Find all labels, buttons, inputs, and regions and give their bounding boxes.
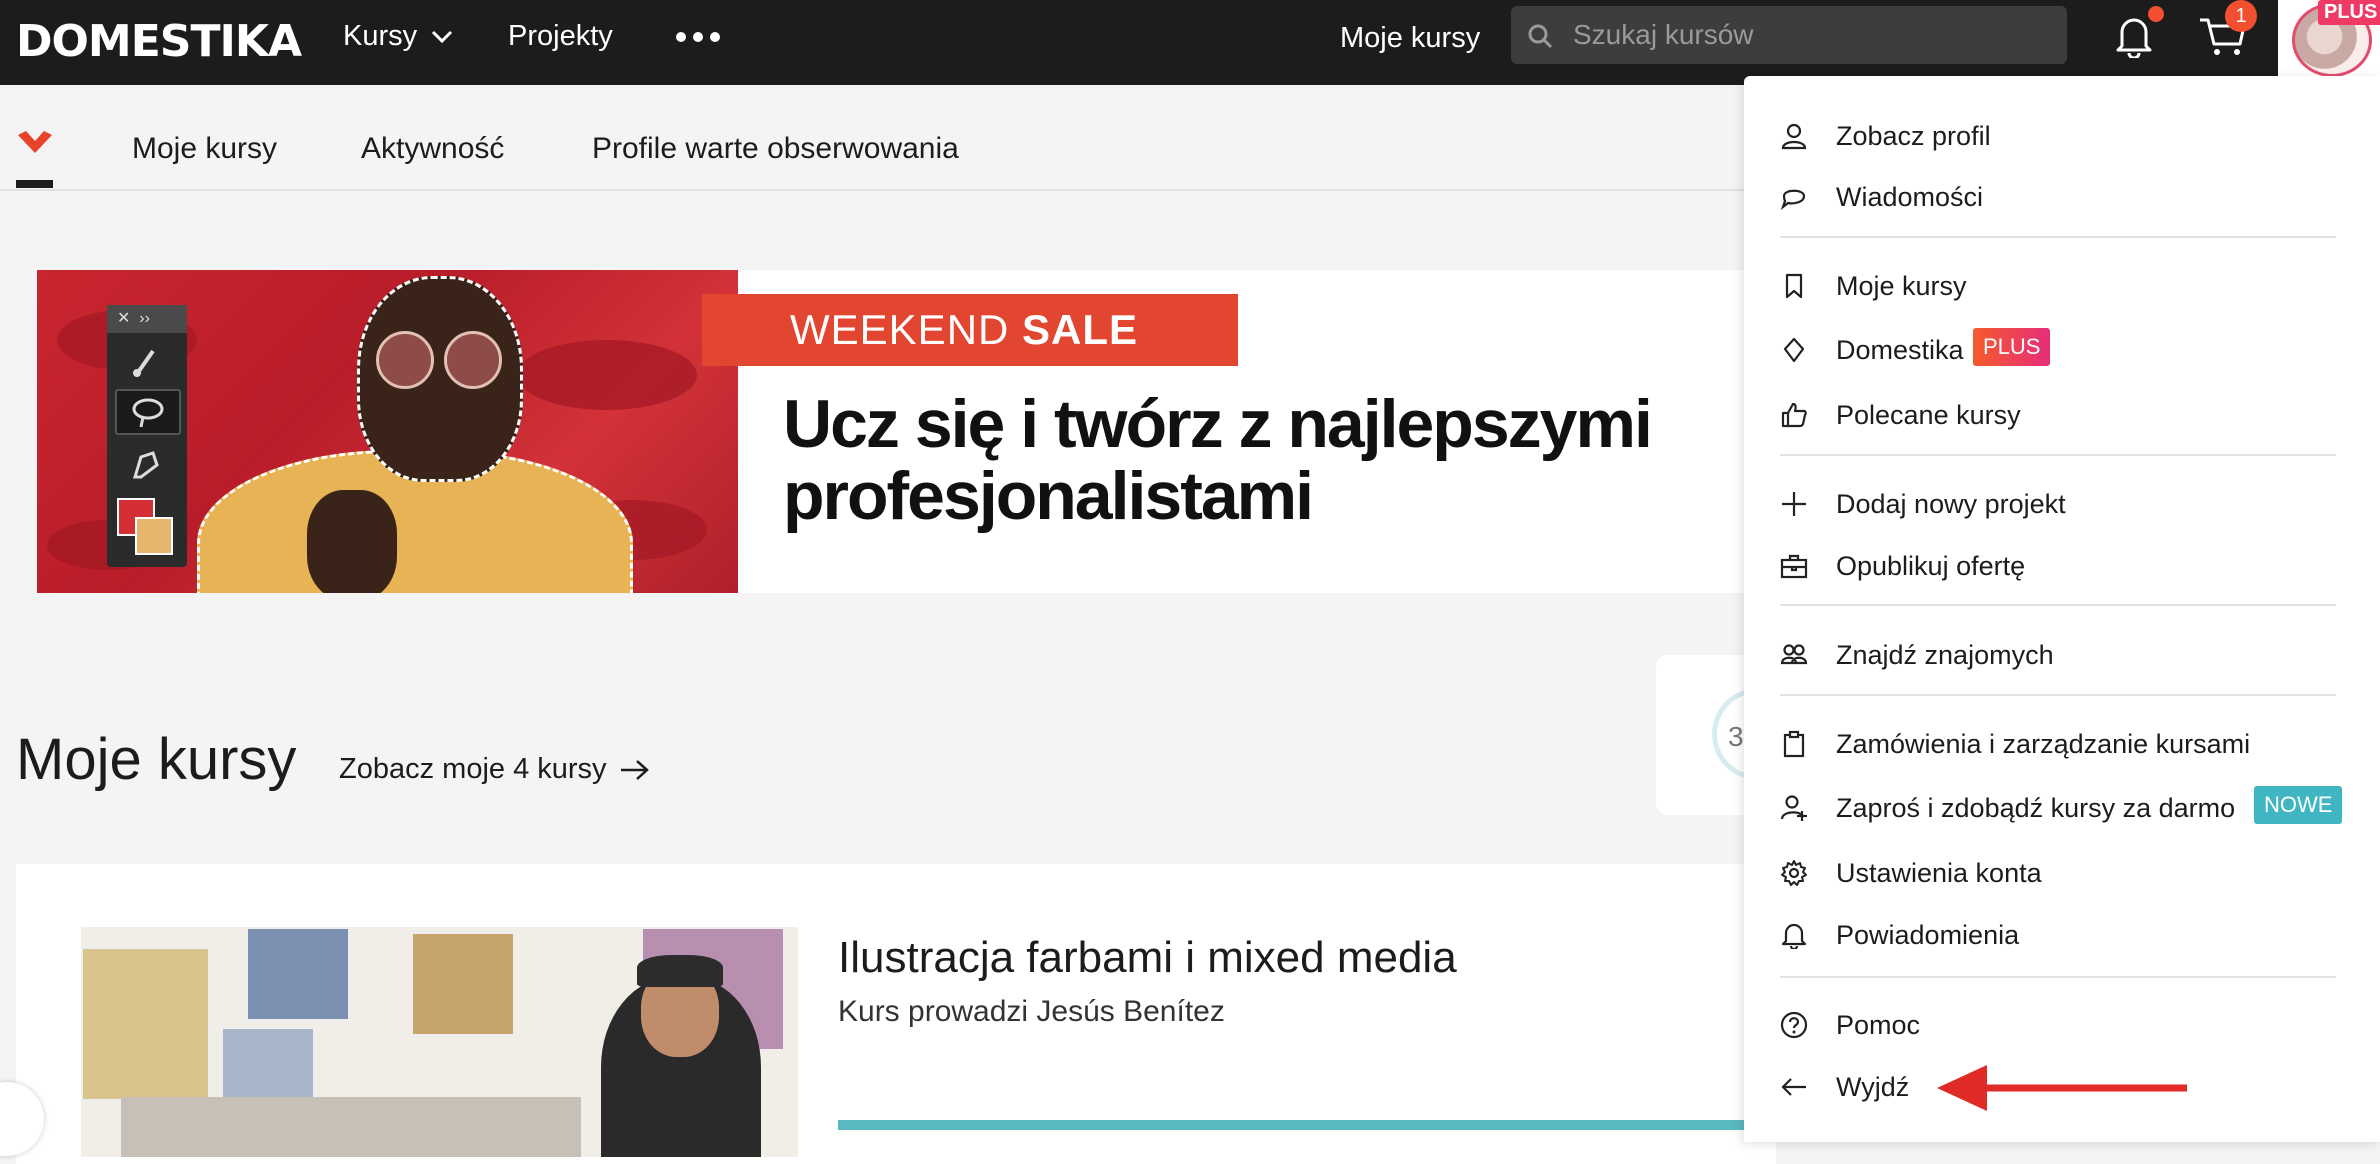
course-thumbnail[interactable] (81, 927, 798, 1157)
tab-aktywnosc[interactable]: Aktywność (361, 129, 504, 169)
thumbs-up-icon (1781, 402, 1807, 428)
menu-item-label: Moje kursy (1836, 271, 1967, 301)
menu-item-label: Wiadomości (1836, 182, 1984, 212)
menu-item-domestika-plus[interactable]: Domestika PLUS (1744, 324, 2380, 376)
weekend-sale-banner[interactable]: ✕ ›› WEEKEND SALE Ucz się i twórz z najle… (37, 270, 1780, 593)
menu-item-label: Pomoc (1836, 1010, 1921, 1040)
bookmark-icon (1785, 273, 1803, 299)
menu-item-ustawienia-konta[interactable]: Ustawienia konta (1744, 847, 2380, 899)
menu-item-label: Znajdź znajomych (1836, 640, 2054, 670)
user-dropdown-menu: Zobacz profil Wiadomości Moje kursy Dome… (1744, 76, 2380, 1142)
see-my-courses-label: Zobacz moje 4 kursy (339, 753, 607, 785)
notification-dot (2148, 6, 2164, 22)
gear-icon (1781, 860, 1807, 886)
menu-item-zamowienia[interactable]: Zamówienia i zarządzanie kursami (1744, 718, 2380, 770)
course-instructor: Kurs prowadzi Jesús Benítez (838, 995, 1225, 1028)
search-box[interactable] (1511, 6, 2067, 64)
arrow-right-icon (620, 760, 649, 781)
menu-divider (1780, 604, 2336, 606)
user-icon (1781, 123, 1807, 150)
chevron-down-icon (432, 31, 453, 44)
tab-moje-kursy[interactable]: Moje kursy (132, 129, 277, 169)
avatar-plus-badge: PLUS (2318, 0, 2380, 25)
plus-badge: PLUS (1973, 328, 2051, 366)
nav-moje-kursy-link[interactable]: Moje kursy (1340, 18, 1480, 58)
see-my-courses-link[interactable]: Zobacz moje 4 kursy (339, 748, 651, 790)
menu-item-label: Polecane kursy (1836, 400, 2021, 430)
nav-kursy-dropdown[interactable]: Kursy (343, 16, 453, 56)
domestika-logo[interactable]: DOMESTIKA (16, 12, 302, 72)
menu-item-label: Domestika (1836, 335, 1964, 365)
menu-item-powiadomienia[interactable]: Powiadomienia (1744, 909, 2380, 961)
menu-divider (1780, 236, 2336, 238)
menu-item-opublikuj-oferte[interactable]: Opublikuj ofertę (1744, 540, 2380, 592)
arrow-left-icon (1781, 1078, 1806, 1096)
active-tab-indicator (16, 180, 53, 188)
menu-item-label: Wyjdź (1836, 1072, 1910, 1102)
menu-item-zapros-znajomych[interactable]: Zaproś i zdobądź kursy za darmo NOWE (1744, 782, 2380, 834)
top-navbar: DOMESTIKA Kursy Projekty Moje kursy 1 PL… (0, 0, 2380, 85)
menu-item-zobacz-profil[interactable]: Zobacz profil (1744, 110, 2380, 162)
cart-count-badge: 1 (2225, 0, 2257, 32)
menu-item-wiadomosci[interactable]: Wiadomości (1744, 171, 2380, 223)
course-title[interactable]: Ilustracja farbami i mixed media (838, 930, 1457, 986)
diamond-icon (1783, 337, 1805, 363)
menu-item-label: Zamówienia i zarządzanie kursami (1836, 729, 2251, 759)
more-dots-icon[interactable] (674, 20, 722, 52)
chat-bubble-icon (1780, 189, 1806, 211)
menu-item-label: Opublikuj ofertę (1836, 551, 2026, 581)
menu-item-label: Zobacz profil (1836, 121, 1991, 151)
menu-item-dodaj-nowy-projekt[interactable]: Dodaj nowy projekt (1744, 478, 2380, 530)
my-courses-heading: Moje kursy (16, 727, 297, 792)
nowe-badge: NOWE (2254, 786, 2343, 824)
menu-divider (1780, 694, 2336, 696)
photoshop-toolbox-graphic: ✕ ›› (107, 305, 187, 567)
nav-projekty-link[interactable]: Projekty (508, 16, 613, 56)
menu-divider (1780, 976, 2336, 978)
menu-item-label: Powiadomienia (1836, 920, 2020, 950)
domestika-mark-icon[interactable] (16, 129, 54, 155)
menu-item-pomoc[interactable]: Pomoc (1744, 999, 2380, 1051)
briefcase-icon (1780, 554, 1808, 579)
annotation-arrow-icon (1937, 1065, 2187, 1111)
plus-icon (1782, 492, 1806, 516)
menu-item-label: Dodaj nowy projekt (1836, 489, 2066, 519)
search-icon (1528, 24, 1553, 49)
bell-icon (1781, 923, 1807, 949)
users-icon (1780, 644, 1808, 665)
stats-number: 3 (1728, 721, 1744, 752)
menu-item-label: Zaproś i zdobądź kursy za darmo (1836, 793, 2236, 823)
menu-item-moje-kursy[interactable]: Moje kursy (1744, 260, 2380, 312)
weekend-sale-label: WEEKEND SALE (702, 294, 1238, 366)
user-plus-icon (1780, 795, 1807, 821)
clipboard-icon (1783, 730, 1805, 758)
menu-item-label: Ustawienia konta (1836, 858, 2042, 888)
search-input[interactable] (1573, 6, 2043, 64)
course-progress-bar (838, 1120, 1778, 1130)
help-circle-icon (1780, 1011, 1808, 1039)
notifications-bell-icon[interactable] (2114, 14, 2154, 58)
menu-item-polecane-kursy[interactable]: Polecane kursy (1744, 389, 2380, 441)
menu-divider (1780, 454, 2336, 456)
banner-illustration: ✕ ›› (37, 270, 738, 593)
tab-profile-warte-obserwowania[interactable]: Profile warte obserwowania (592, 129, 959, 169)
menu-item-znajdz-znajomych[interactable]: Znajdź znajomych (1744, 629, 2380, 681)
banner-headline: Ucz się i twórz z najlepszymi profesjona… (783, 386, 1653, 534)
nav-kursy-label: Kursy (343, 20, 418, 52)
